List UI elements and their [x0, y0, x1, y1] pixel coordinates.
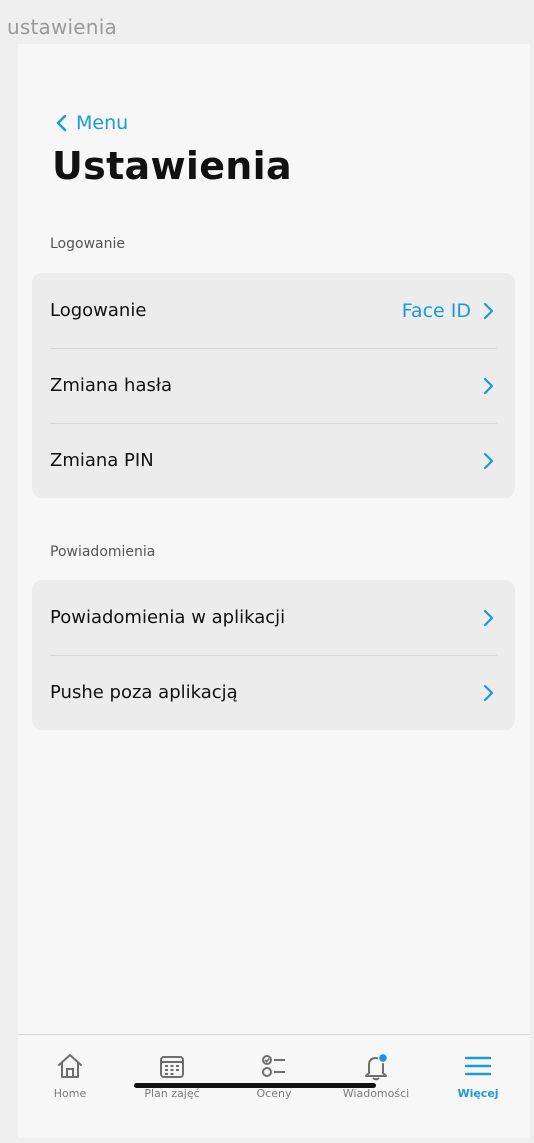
- page-title: Ustawienia: [52, 144, 292, 188]
- screenshot-caption: ustawienia: [7, 15, 117, 39]
- home-icon: [55, 1051, 85, 1081]
- row-label: Zmiana PIN: [50, 450, 154, 471]
- tab-label: Plan zajęć: [144, 1087, 200, 1100]
- row-label: Pushe poza aplikacją: [50, 682, 238, 703]
- bell-icon: [361, 1051, 391, 1081]
- tab-label: Oceny: [256, 1087, 292, 1100]
- phone-screen: Menu Ustawienia Logowanie Logowanie Face…: [18, 44, 530, 1138]
- tab-oceny[interactable]: Oceny: [234, 1051, 314, 1100]
- row-value: Face ID: [401, 299, 471, 322]
- chevron-right-icon: [479, 684, 497, 702]
- tab-wiecej[interactable]: Więcej: [438, 1051, 518, 1100]
- back-button-label: Menu: [76, 112, 129, 134]
- row-pushe-poza-aplikacja[interactable]: Pushe poza aplikacją: [32, 655, 515, 730]
- chevron-right-icon: [479, 377, 497, 395]
- section-label-logowanie: Logowanie: [50, 236, 125, 252]
- checklist-icon: [259, 1051, 289, 1081]
- tab-label: Wiadomości: [342, 1087, 410, 1100]
- tab-wiadomosci[interactable]: Wiadomości: [336, 1051, 416, 1100]
- tab-label: Więcej: [457, 1087, 499, 1100]
- row-label: Logowanie: [50, 300, 147, 321]
- row-zmiana-hasla[interactable]: Zmiana hasła: [32, 348, 515, 423]
- tab-plan-zajec[interactable]: Plan zajęć: [132, 1051, 212, 1100]
- chevron-right-icon: [479, 452, 497, 470]
- tab-label: Home: [53, 1087, 87, 1100]
- menu-icon: [463, 1051, 493, 1081]
- chevron-left-icon: [52, 113, 72, 133]
- settings-group-powiadomienia: Powiadomienia w aplikacji Pushe poza apl…: [32, 580, 515, 730]
- tab-home[interactable]: Home: [30, 1051, 110, 1100]
- back-button[interactable]: Menu: [52, 112, 128, 134]
- row-powiadomienia-w-aplikacji[interactable]: Powiadomienia w aplikacji: [32, 580, 515, 655]
- chevron-right-icon: [479, 302, 497, 320]
- home-indicator: [134, 1083, 376, 1088]
- settings-group-logowanie: Logowanie Face ID Zmiana hasła Zmiana PI…: [32, 273, 515, 498]
- chevron-right-icon: [479, 609, 497, 627]
- row-label: Powiadomienia w aplikacji: [50, 607, 286, 628]
- row-zmiana-pin[interactable]: Zmiana PIN: [32, 423, 515, 498]
- row-label: Zmiana hasła: [50, 375, 173, 396]
- section-label-powiadomienia: Powiadomienia: [50, 544, 156, 560]
- calendar-icon: [157, 1051, 187, 1081]
- row-logowanie[interactable]: Logowanie Face ID: [32, 273, 515, 348]
